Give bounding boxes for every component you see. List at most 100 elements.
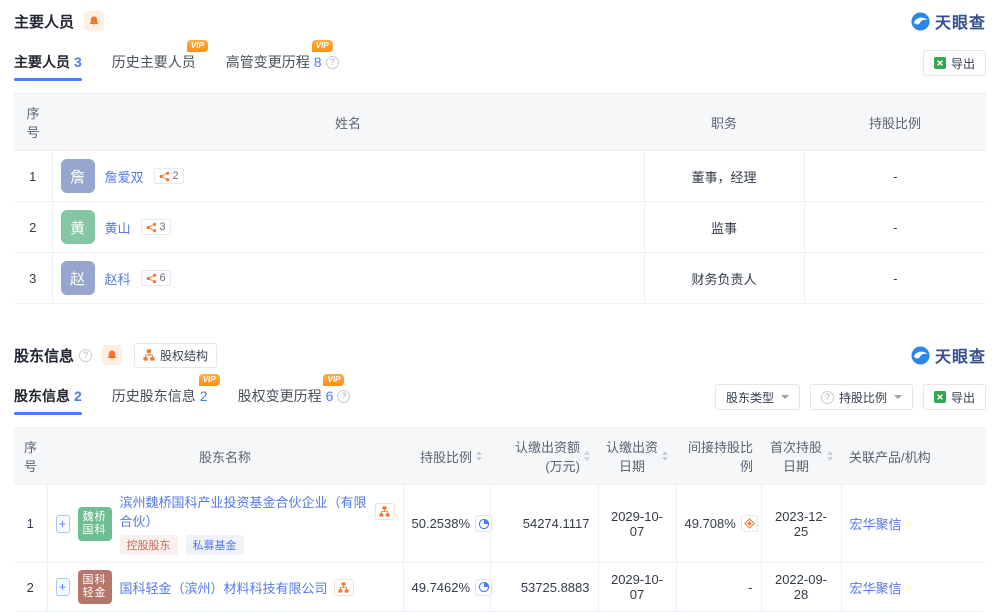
expand-button[interactable]: + [56,515,70,533]
indirect-ratio-cell: - [676,563,761,612]
section-shareholders: 股东信息 股权结构 天眼查 股东信息 2 历史股东信息 [14,342,986,612]
tab-label: 历史股东信息 [112,386,196,406]
related-product-link[interactable]: 宏华聚信 [850,581,902,596]
equity-structure-mini-button[interactable] [334,579,354,596]
shareholding-ratio-filter[interactable]: 持股比例 [810,384,913,410]
capital-cell: 54274.1117 [490,485,598,563]
capital-date-cell: 2029-10-07 [598,563,676,612]
vip-badge: VIP [312,40,333,52]
col-header-first-date-sortable[interactable]: 首次持股日期 [761,428,841,485]
tab-key-personnel[interactable]: 主要人员 3 [14,52,82,81]
tianyancha-logo-text: 天眼查 [935,9,986,33]
person-cell: 黄 黄山 3 [52,202,644,253]
org-chart-icon [338,582,349,593]
tab-historical-personnel[interactable]: 历史主要人员 VIP [112,52,196,81]
avatar-line: 轻金 [83,587,107,600]
chevron-down-icon [894,395,902,399]
indirect-ratio-detail-icon[interactable] [741,515,758,532]
sort-icon [827,451,833,461]
col-header-indirect-ratio: 间接持股比例 [676,428,761,485]
shareholder-type-filter[interactable]: 股东类型 [715,384,800,410]
col-header-label: 认缴出资日期 [606,437,658,475]
col-header-position: 职务 [644,94,804,151]
shareholder-name-link[interactable]: 国科轻金（滨州）材料科技有限公司 [120,578,328,597]
notification-bell-button[interactable] [102,345,122,365]
export-label: 导出 [951,389,975,406]
sort-icon [662,451,668,461]
tab-count: 6 [326,388,334,404]
tag-private-fund: 私募基金 [186,535,244,555]
tab-shareholder-info[interactable]: 股东信息 2 [14,386,82,415]
tab-label: 历史主要人员 [112,52,196,72]
tag-controlling-shareholder: 控股股东 [120,535,178,555]
help-icon[interactable] [337,390,350,403]
section-key-personnel: 主要人员 天眼查 主要人员 3 历史主要人员 VIP 高管变更历程 [14,8,986,304]
related-products-cell: 宏华聚信 [841,563,986,612]
help-icon[interactable] [326,56,339,69]
tab-equity-change-history[interactable]: 股权变更历程 6 VIP [238,386,351,415]
indirect-ratio-value: 49.708% [685,516,736,531]
col-header-capital-date-sortable[interactable]: 认缴出资日期 [598,428,676,485]
tab-count: 3 [74,54,82,70]
notification-bell-button[interactable] [84,11,104,31]
excel-export-icon [934,57,946,69]
ratio-cell: 49.7462% [403,563,490,612]
export-button[interactable]: 导出 [923,50,986,76]
vip-badge: VIP [323,374,344,386]
avatar: 国科 轻金 [78,570,112,604]
relationship-icon [146,273,157,284]
position-cell: 监事 [644,202,804,253]
ratio-value: 49.7462% [412,580,471,595]
relationship-icon [159,171,170,182]
tianyancha-logo: 天眼查 [911,343,986,367]
related-product-link[interactable]: 宏华聚信 [850,517,902,532]
export-label: 导出 [951,55,975,72]
person-cell: 詹 詹爱双 2 [52,151,644,202]
col-header-capital-sortable[interactable]: 认缴出资额(万元) [490,428,598,485]
col-header-label: 持股比例 [420,447,472,466]
ratio-history-icon[interactable] [475,515,492,532]
section-header: 股东信息 股权结构 天眼查 [14,342,986,368]
col-header-label: 认缴出资额(万元) [498,437,580,475]
export-button[interactable]: 导出 [923,384,986,410]
col-header-shareholder-name: 股东名称 [47,428,403,485]
avatar: 黄 [61,210,95,244]
org-chart-icon [379,506,390,517]
ratio-history-icon[interactable] [475,579,492,596]
row-index: 1 [14,485,47,563]
relationship-count-badge[interactable]: 3 [141,219,171,235]
row-index: 2 [14,202,52,253]
person-name-link[interactable]: 黄山 [105,218,131,237]
table-row: 1 詹 詹爱双 2 董事，经理 - [14,151,986,202]
shareholder-tabs: 股东信息 2 历史股东信息 2 VIP 股权变更历程 6 VIP [14,386,350,415]
position-cell: 董事，经理 [644,151,804,202]
first-date-cell: 2023-12-25 [761,485,841,563]
org-chart-icon [143,349,155,361]
tianyancha-logo-icon [911,346,930,365]
tab-label: 主要人员 [14,52,70,72]
shareholding-cell: - [804,253,986,304]
equity-structure-button[interactable]: 股权结构 [134,343,217,368]
col-header-ratio-sortable[interactable]: 持股比例 [403,428,490,485]
person-name-link[interactable]: 詹爱双 [105,167,144,186]
person-cell: 赵 赵科 6 [52,253,644,304]
avatar: 赵 [61,261,95,295]
relationship-count-badge[interactable]: 2 [154,168,184,184]
tab-historical-shareholders[interactable]: 历史股东信息 2 VIP [112,386,208,415]
relationship-count: 2 [173,170,179,182]
shareholder-cell: + 国科 轻金 国科轻金（滨州）材料科技有限公司 [47,563,403,612]
ratio-cell: 50.2538% [403,485,490,563]
help-icon[interactable] [79,349,92,362]
relationship-count-badge[interactable]: 6 [141,270,171,286]
tab-count: 8 [314,54,322,70]
vip-badge: VIP [199,374,220,386]
shareholder-name-link[interactable]: 滨州魏桥国科产业投资基金合伙企业（有限合伙） [120,492,369,530]
tianyancha-logo: 天眼查 [911,9,986,33]
shareholding-cell: - [804,202,986,253]
tab-executive-change-history[interactable]: 高管变更历程 8 VIP [226,52,339,81]
col-header-label: 首次持股日期 [769,437,823,475]
equity-structure-mini-button[interactable] [375,503,395,520]
avatar: 魏桥 国科 [78,507,112,541]
person-name-link[interactable]: 赵科 [105,269,131,288]
expand-button[interactable]: + [56,578,70,596]
